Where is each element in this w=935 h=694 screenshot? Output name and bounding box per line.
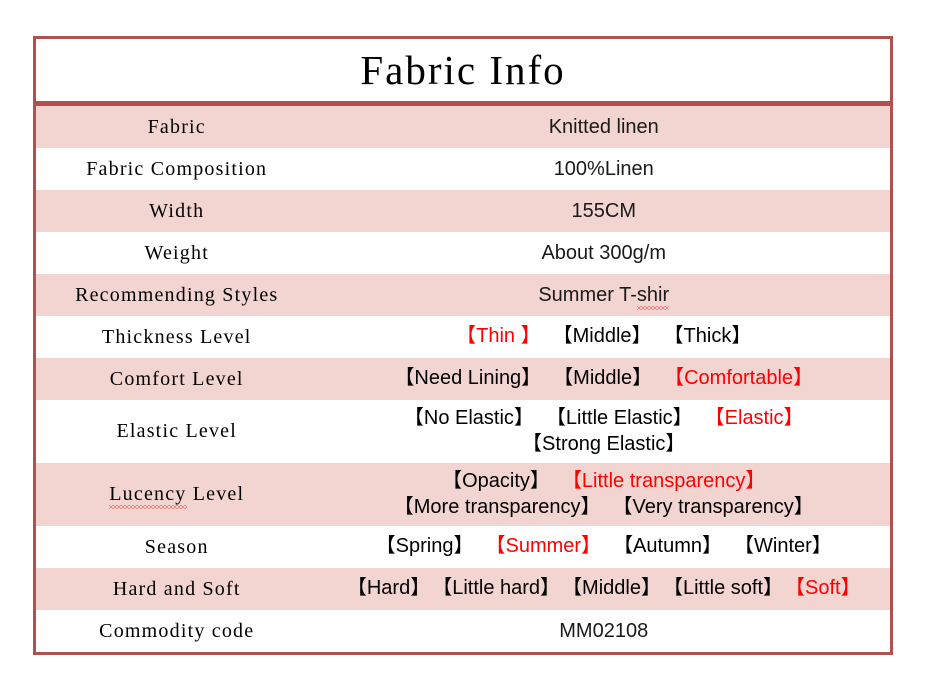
table-row: Recommending Styles Summer T-shir	[34, 274, 892, 316]
option-selected[interactable]: 【Elastic】	[715, 407, 804, 429]
spellcheck-underline: Lucency	[109, 483, 187, 509]
row-label-cell: Recommending Styles	[34, 274, 318, 316]
row-value-cell: MM02108	[317, 610, 892, 654]
option[interactable]: 【Middle】	[563, 325, 652, 347]
option[interactable]: 【Little soft】	[673, 577, 783, 599]
row-value: Knitted linen	[548, 115, 659, 138]
option-line: 【Strong Elastic】	[323, 432, 884, 458]
row-label: Width	[149, 199, 205, 222]
option[interactable]: 【More transparency】	[394, 496, 601, 518]
option-selected[interactable]: 【Thin 】	[456, 325, 540, 347]
option-line: 【More transparency】 【Very transparency】	[323, 495, 884, 521]
row-label-cell: Season	[34, 526, 318, 568]
row-value-cell: About 300g/m	[317, 232, 892, 274]
fabric-info-table: Fabric Info Fabric Knitted linen Fabric Co…	[33, 36, 893, 655]
table-row: Width 155CM	[34, 190, 892, 232]
page-title: Fabric Info	[360, 46, 566, 93]
option-line: 【Opacity】 【Little transparency】	[323, 469, 884, 495]
option-selected[interactable]: 【Little transparency】	[572, 470, 765, 492]
row-label-suffix: Level	[186, 483, 245, 505]
option-line: 【No Elastic】 【Little Elastic】 【Elastic】	[323, 406, 884, 432]
row-label-cell: Commodity code	[34, 610, 318, 654]
table-row: Hard and Soft 【Hard】 【Little hard】 【Middle】…	[34, 568, 892, 610]
row-value-cell: 【Thin 】 【Middle】 【Thick】	[317, 316, 892, 358]
option[interactable]: 【Middle】	[572, 577, 661, 599]
table-title-row: Fabric Info	[34, 37, 892, 106]
row-label: Hard and Soft	[112, 577, 241, 600]
table-row: Fabric Composition 100%Linen	[34, 148, 892, 190]
row-label: Fabric Composition	[86, 157, 268, 180]
row-label: Fabric	[147, 115, 206, 138]
table-row: Elastic Level 【No Elastic】 【Little Elastic…	[34, 400, 892, 463]
option[interactable]: 【Middle】	[563, 367, 652, 389]
option[interactable]: 【Need Lining】	[394, 367, 541, 389]
row-value-cell: 【No Elastic】 【Little Elastic】 【Elastic】 【St…	[317, 400, 892, 463]
row-label: Comfort Level	[109, 367, 244, 390]
row-label-cell: Hard and Soft	[34, 568, 318, 610]
row-value: About 300g/m	[541, 241, 666, 264]
row-value-cell: 155CM	[317, 190, 892, 232]
fabric-info-page: Fabric Info Fabric Knitted linen Fabric Co…	[0, 0, 935, 694]
row-label: Weight	[144, 241, 209, 264]
table-row: Fabric Knitted linen	[34, 103, 892, 148]
row-value: Summer T-shir	[538, 283, 670, 310]
row-label: Season	[144, 535, 209, 558]
option[interactable]: 【Hard】	[347, 577, 430, 599]
table-row: Lucency Level 【Opacity】 【Little transparen…	[34, 463, 892, 526]
table-row: Comfort Level 【Need Lining】 【Middle】 【Comfo…	[34, 358, 892, 400]
table-row: Commodity code MM02108	[34, 610, 892, 654]
row-label-cell: Fabric	[34, 103, 318, 148]
option[interactable]: 【No Elastic】	[404, 407, 534, 429]
option-line: 【Spring】 【Summer】 【Autumn】 【Winter】	[323, 534, 884, 560]
option-selected[interactable]: 【Summer】	[495, 535, 601, 557]
option[interactable]: 【Strong Elastic】	[522, 433, 685, 455]
option[interactable]: 【Autumn】	[623, 535, 722, 557]
row-label-cell: Thickness Level	[34, 316, 318, 358]
row-value-cell: 【Need Lining】 【Middle】 【Comfortable】	[317, 358, 892, 400]
option[interactable]: 【Winter】	[744, 535, 832, 557]
option[interactable]: 【Spring】	[376, 535, 474, 557]
row-label-cell: Weight	[34, 232, 318, 274]
row-value-cell: 100%Linen	[317, 148, 892, 190]
row-value-prefix: Summer T-	[538, 283, 637, 306]
option-line: 【Hard】 【Little hard】 【Middle】 【Little soft】…	[323, 576, 884, 602]
row-label-cell: Lucency Level	[34, 463, 318, 526]
row-label: Thickness Level	[101, 325, 252, 348]
row-label-cell: Elastic Level	[34, 400, 318, 463]
row-value: MM02108	[559, 619, 649, 642]
option-line: 【Need Lining】 【Middle】 【Comfortable】	[323, 366, 884, 392]
option[interactable]: 【Very transparency】	[623, 496, 814, 518]
row-label: Elastic Level	[116, 420, 238, 442]
option-selected[interactable]: 【Comfortable】	[674, 367, 813, 389]
row-label-cell: Width	[34, 190, 318, 232]
row-label-cell: Comfort Level	[34, 358, 318, 400]
row-value: 100%Linen	[553, 157, 654, 180]
row-value: 155CM	[571, 199, 636, 222]
option[interactable]: 【Little Elastic】	[556, 407, 693, 429]
row-label: Commodity code	[99, 619, 255, 642]
row-label-cell: Fabric Composition	[34, 148, 318, 190]
option[interactable]: 【Thick】	[674, 325, 752, 347]
spellcheck-underline: shir	[636, 283, 670, 310]
row-value-cell: 【Hard】 【Little hard】 【Middle】 【Little soft】…	[317, 568, 892, 610]
option[interactable]: 【Little hard】	[442, 577, 560, 599]
row-value-cell: 【Opacity】 【Little transparency】 【More tran…	[317, 463, 892, 526]
option-selected[interactable]: 【Soft】	[795, 577, 861, 599]
row-value-cell: Knitted linen	[317, 103, 892, 148]
option[interactable]: 【Opacity】	[442, 470, 550, 492]
table-row: Season 【Spring】 【Summer】 【Autumn】 【Winter】	[34, 526, 892, 568]
row-value-cell: 【Spring】 【Summer】 【Autumn】 【Winter】	[317, 526, 892, 568]
row-value-cell: Summer T-shir	[317, 274, 892, 316]
row-label: Recommending Styles	[75, 283, 279, 306]
table-row: Weight About 300g/m	[34, 232, 892, 274]
title-cell: Fabric Info	[34, 37, 892, 106]
option-line: 【Thin 】 【Middle】 【Thick】	[323, 324, 884, 350]
table-row: Thickness Level 【Thin 】 【Middle】 【Thick】	[34, 316, 892, 358]
